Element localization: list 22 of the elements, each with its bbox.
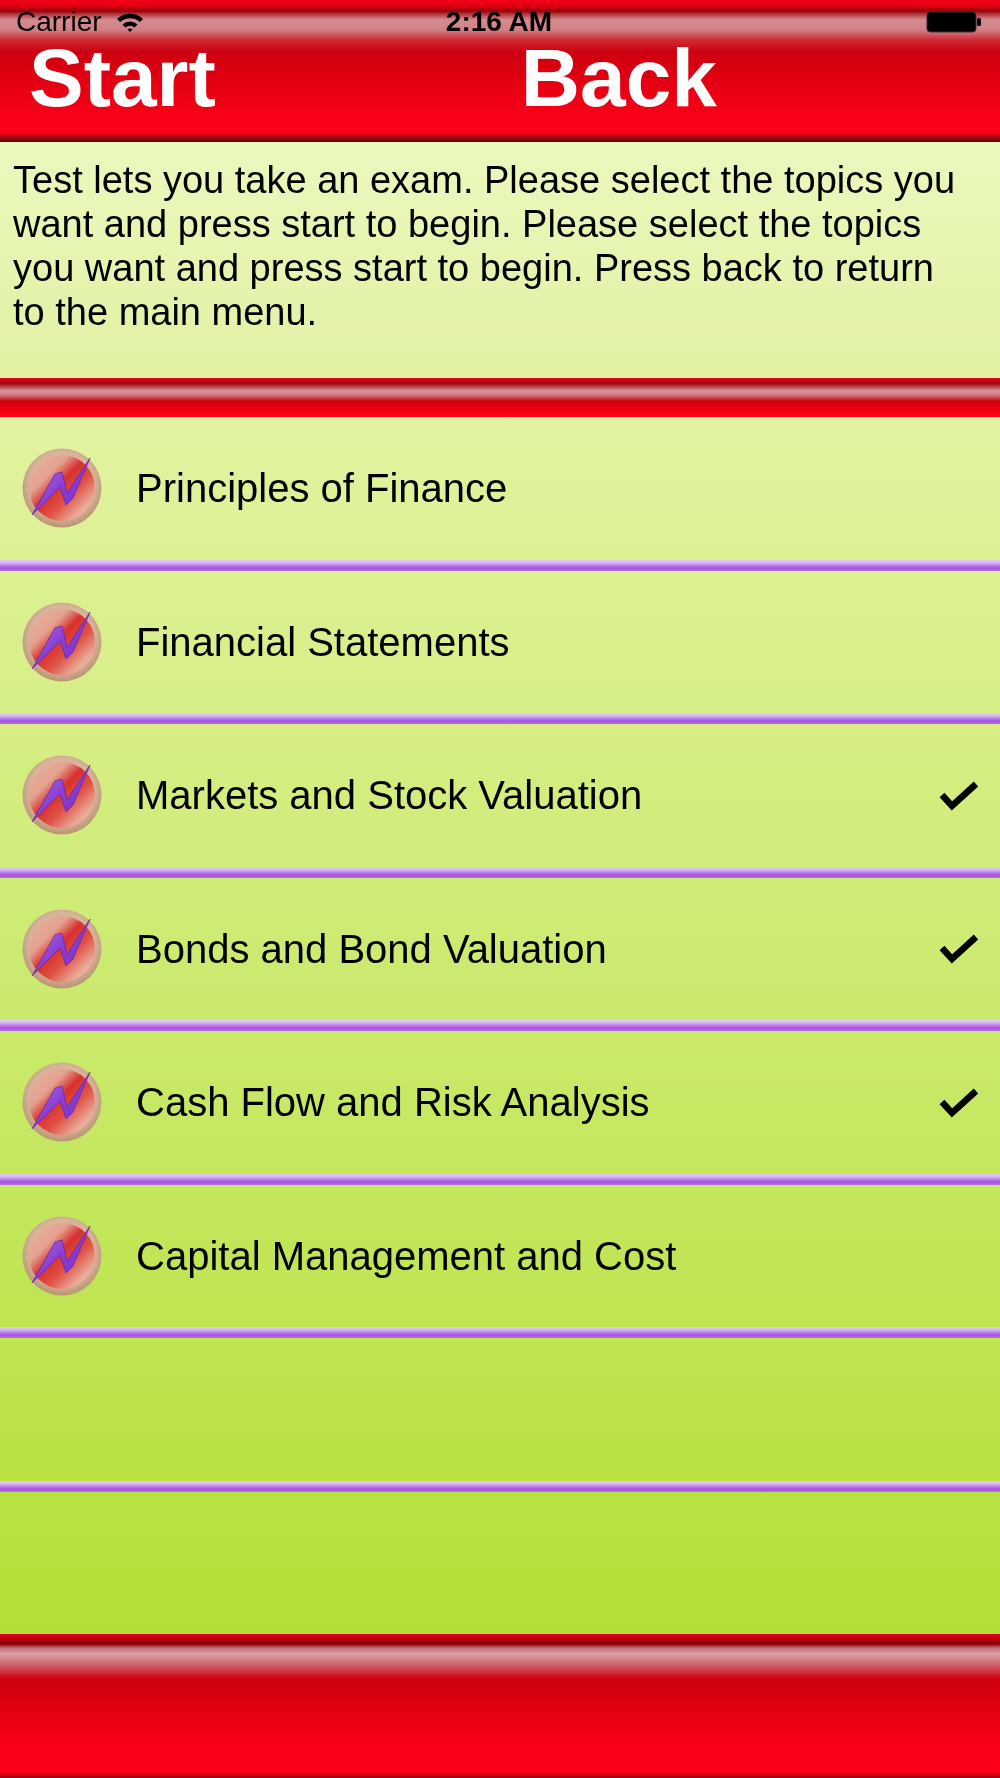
wifi-icon <box>115 12 144 32</box>
checkmark-icon <box>939 1086 979 1118</box>
checkmark-icon <box>939 779 979 811</box>
lightning-badge-icon <box>22 908 102 989</box>
lightning-badge-icon <box>22 1215 102 1296</box>
description-text: Test lets you take an exam. Please select the topics you want and press start to begin. Please select the topics you want and press start to begin. Press back to return to the main menu. <box>13 158 957 334</box>
lightning-badge-icon <box>22 448 102 529</box>
status-time: 2:16 AM <box>445 8 553 36</box>
topic-row[interactable]: Bonds and Bond Valuation <box>0 877 1000 1020</box>
topic-row[interactable]: Cash Flow and Risk Analysis <box>0 1031 1000 1174</box>
battery-icon <box>926 11 982 33</box>
lightning-badge-icon <box>22 1062 102 1143</box>
start-button[interactable]: Start <box>29 37 216 119</box>
carrier-label: Carrier <box>16 8 102 36</box>
topic-row[interactable]: Financial Statements <box>0 570 1000 713</box>
topic-row[interactable]: Capital Management and Cost <box>0 1184 1000 1327</box>
topic-row[interactable]: Principles of Finance <box>0 417 1000 560</box>
lightning-badge-icon <box>22 755 102 836</box>
back-button[interactable]: Back <box>520 37 717 119</box>
topic-row[interactable]: Markets and Stock Valuation <box>0 724 1000 867</box>
checkmark-icon <box>939 933 979 965</box>
lightning-badge-icon <box>22 601 102 682</box>
